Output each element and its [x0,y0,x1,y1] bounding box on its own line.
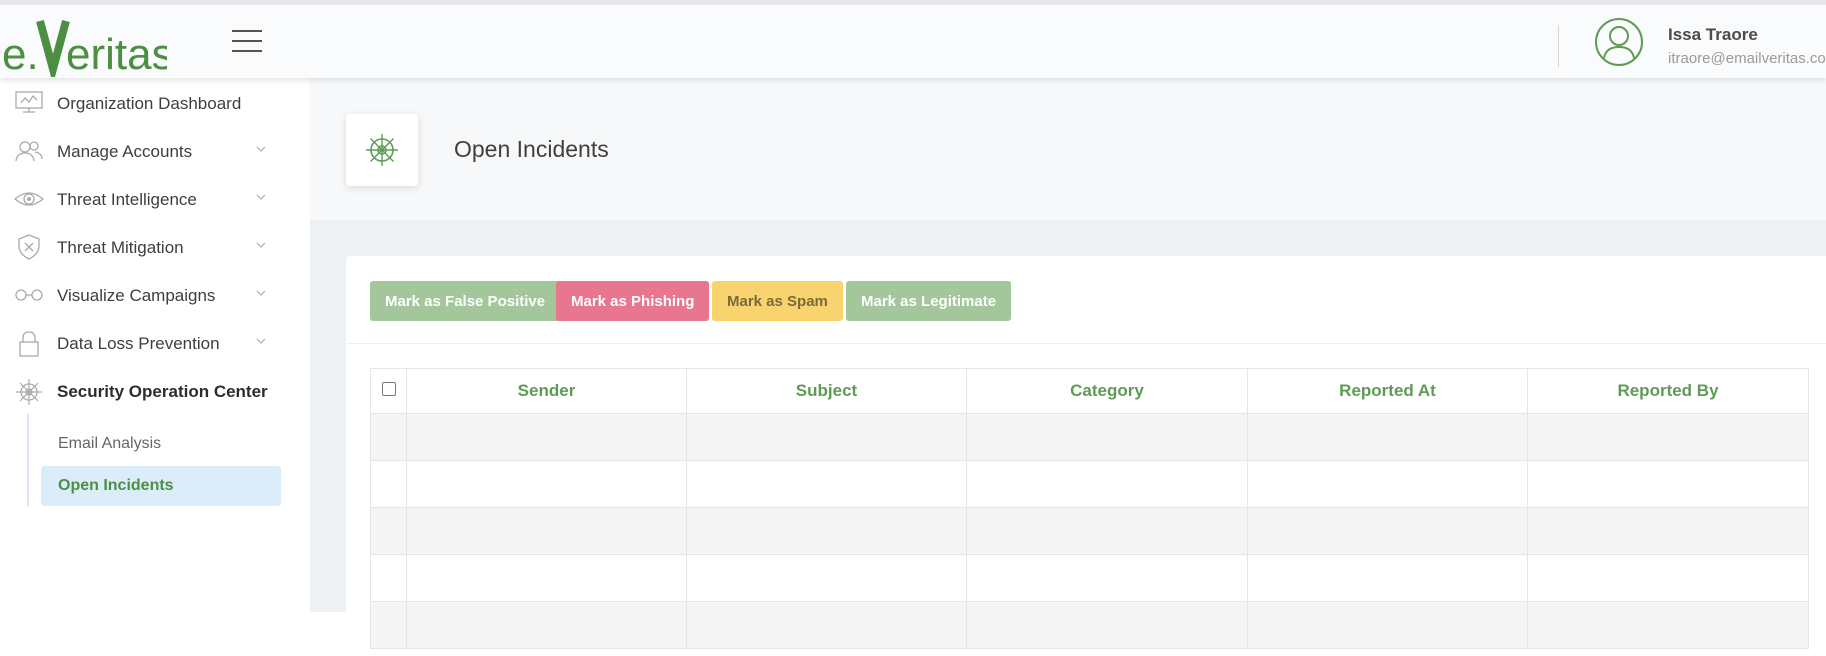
chevron-down-icon [254,190,268,204]
ship-wheel-icon [14,378,44,405]
mark-legitimate-button[interactable]: Mark as Legitimate [846,281,1012,321]
logo[interactable]: e. eritas [2,11,174,85]
sidebar-item-label: Threat Intelligence [57,190,197,209]
svg-text:e.: e. [2,30,39,77]
sidebar-item-label: Data Loss Prevention [57,334,220,353]
sidebar-item-security-operation-center[interactable]: Security Operation Center [0,370,310,414]
sidebar-item-threat-intelligence[interactable]: Threat Intelligence [0,178,310,222]
avatar[interactable] [1594,17,1644,67]
sidebar-item-label: Threat Mitigation [57,238,184,257]
select-all-checkbox[interactable] [381,382,396,396]
sidebar-subitem-open-incidents[interactable]: Open Incidents [41,466,281,506]
sidebar-item-label: Organization Dashboard [57,94,242,113]
column-header-category[interactable]: Category [966,368,1248,414]
top-bar: e. eritas Issa Traore itraore@emailverit… [0,0,1826,85]
sidebar-subitem-email-analysis[interactable]: Email Analysis [41,424,281,464]
chevron-down-icon [254,142,268,156]
users-icon [14,138,44,164]
glasses-icon [14,282,44,308]
sidebar-item-label: Security Operation Center [57,382,268,401]
select-all-cell [370,368,407,414]
sidebar-item-label: Manage Accounts [57,142,193,161]
user-email: itraore@emailveritas.co [1668,50,1826,67]
sidebar: Organization Dashboard Manage Accounts T… [0,78,310,612]
column-header-subject[interactable]: Subject [686,368,967,414]
table-row [370,413,1809,461]
lock-icon [14,330,44,357]
sidebar-item-manage-accounts[interactable]: Manage Accounts [0,130,310,174]
action-toolbar: Mark as False Positive Mark as Phishing … [346,256,1826,344]
svg-text:eritas: eritas [66,30,167,77]
sidebar-subitem-label: Open Incidents [58,477,174,494]
presentation-board-icon [14,90,44,116]
mark-phishing-button[interactable]: Mark as Phishing [556,281,710,321]
chevron-down-icon [254,238,268,252]
column-header-reported-by[interactable]: Reported By [1527,368,1809,414]
table-row [370,507,1809,555]
sidebar-subitem-label: Email Analysis [58,435,162,452]
menu-toggle-button[interactable] [232,30,262,52]
column-header-sender[interactable]: Sender [406,368,687,414]
mark-false-positive-button[interactable]: Mark as False Positive [370,281,561,321]
sidebar-item-organization-dashboard[interactable]: Organization Dashboard [0,82,310,126]
eye-icon [14,186,44,212]
page-title: Open Incidents [454,136,609,162]
table-row [370,460,1809,508]
table-row [370,601,1809,649]
divider [1558,25,1559,67]
chevron-down-icon [254,286,268,300]
incidents-table: Sender Subject Category Reported At Repo… [370,368,1809,649]
sidebar-item-data-loss-prevention[interactable]: Data Loss Prevention [0,322,310,366]
shield-x-icon [14,234,44,260]
ship-wheel-icon [366,134,398,166]
incidents-card: Mark as False Positive Mark as Phishing … [346,256,1826,656]
user-avatar-icon [1595,18,1643,66]
page-header: Open Incidents [310,78,1826,220]
submenu-line [27,414,29,506]
main-content: Open Incidents Mark as False Positive Ma… [310,78,1826,656]
sidebar-item-label: Visualize Campaigns [57,286,216,305]
sidebar-item-visualize-campaigns[interactable]: Visualize Campaigns [0,274,310,318]
page-icon-box [346,114,418,186]
user-name: Issa Traore [1668,25,1758,44]
everitas-logo-icon: e. eritas [2,19,174,85]
table-row [370,554,1809,602]
table-header-row: Sender Subject Category Reported At Repo… [370,368,1809,414]
sidebar-item-threat-mitigation[interactable]: Threat Mitigation [0,226,310,270]
chevron-down-icon [254,334,268,348]
mark-spam-button[interactable]: Mark as Spam [712,281,843,321]
column-header-reported-at[interactable]: Reported At [1247,368,1528,414]
